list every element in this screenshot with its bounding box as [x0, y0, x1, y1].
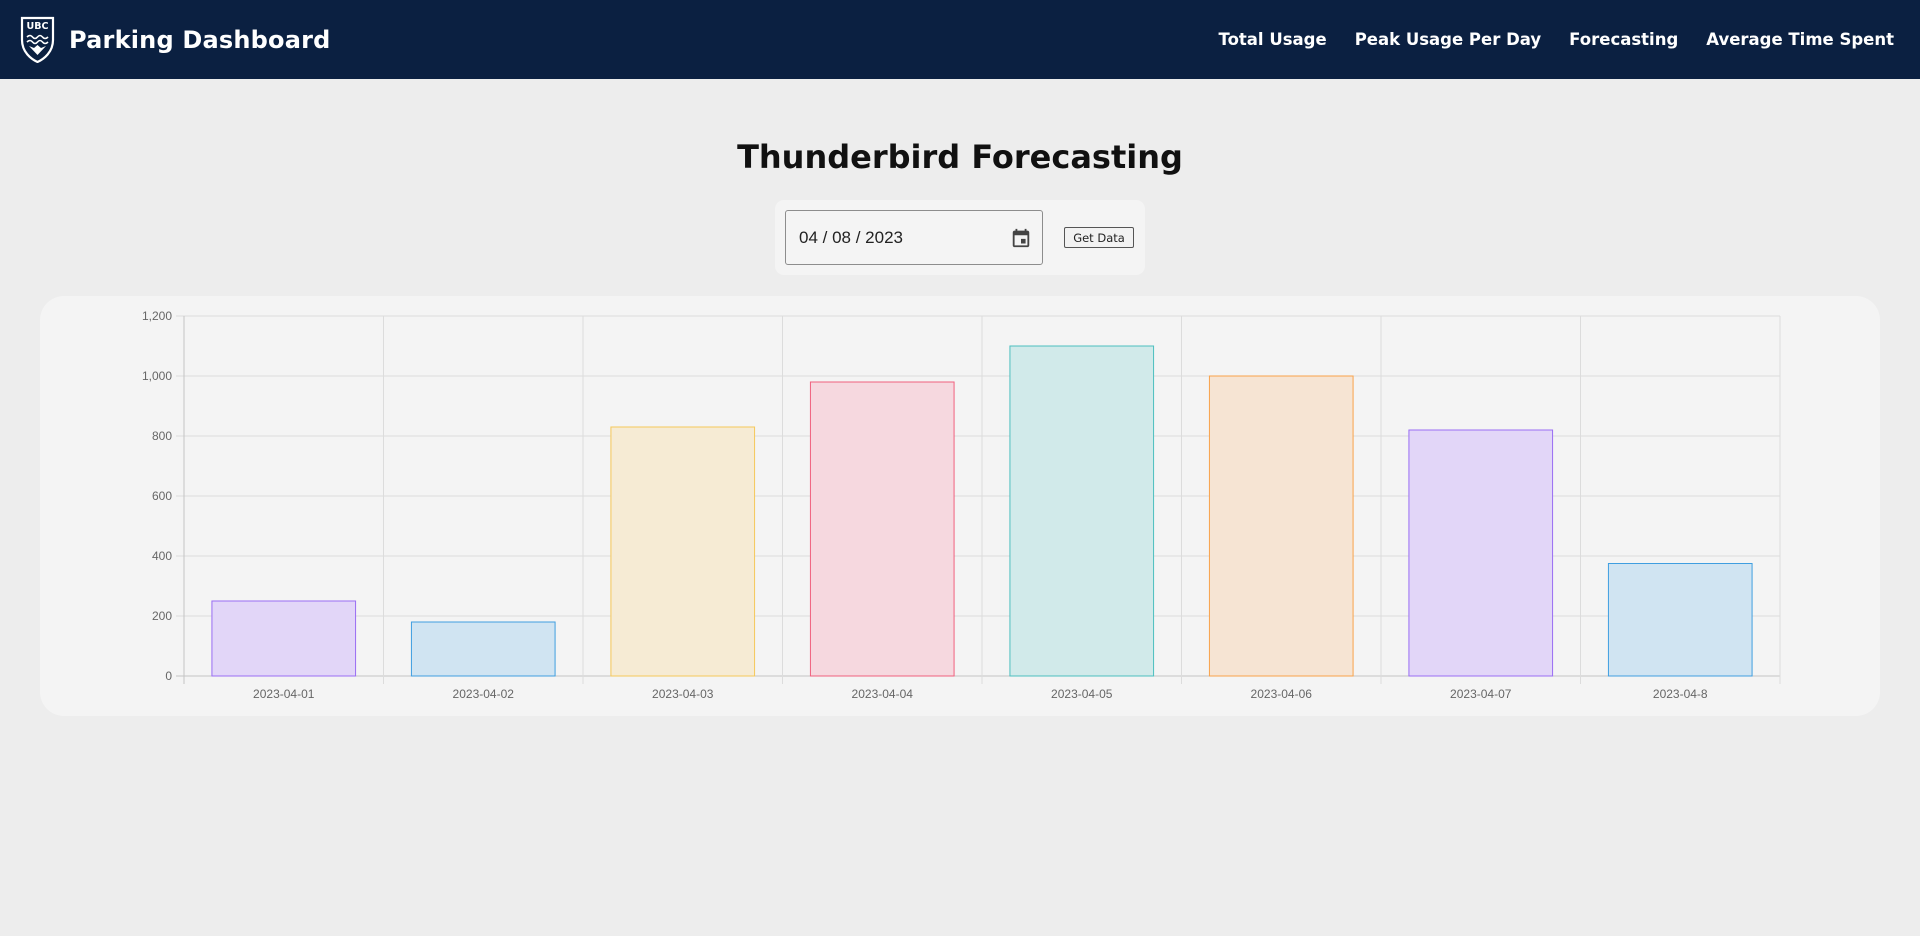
y-tick-label: 1,200: [142, 309, 172, 323]
bar-2023-04-06: [1208, 375, 1354, 677]
bar-2023-04-01: [211, 600, 357, 677]
bar-2023-04-05: [1009, 345, 1155, 677]
date-input[interactable]: 04 / 08 / 2023: [785, 210, 1043, 265]
y-tick-label: 800: [152, 429, 172, 443]
brand[interactable]: UBC Parking Dashboard: [20, 16, 331, 63]
bar-2023-04-03: [610, 426, 756, 677]
y-tick-label: 400: [152, 549, 172, 563]
nav-links: Total Usage Peak Usage Per Day Forecasti…: [1191, 30, 1895, 49]
nav-link-total-usage[interactable]: Total Usage: [1219, 30, 1327, 49]
bar-chart: 0 200 400 600 800 1,000 1,200 2023-04-01 2023-04…: [142, 309, 1781, 701]
y-tick-label: 600: [152, 489, 172, 503]
y-tick-label: 200: [152, 609, 172, 623]
ubc-logo-icon: UBC: [20, 16, 55, 63]
x-tick-label: 2023-04-07: [1450, 687, 1512, 701]
nav-link-average-time-spent[interactable]: Average Time Spent: [1706, 30, 1894, 49]
x-tick-label: 2023-04-01: [253, 687, 315, 701]
logo-text: UBC: [27, 21, 49, 32]
chart-card: 0 200 400 600 800 1,000 1,200 2023-04-01 2023-04…: [40, 296, 1880, 716]
x-tick-label: 2023-04-03: [652, 687, 714, 701]
brand-title: Parking Dashboard: [69, 25, 331, 54]
nav-link-peak-usage-per-day[interactable]: Peak Usage Per Day: [1355, 30, 1541, 49]
y-tick-label: 0: [165, 669, 172, 683]
date-value: 04 / 08 / 2023: [799, 227, 903, 247]
bar-2023-04-8: [1607, 563, 1753, 677]
bar-2023-04-02: [410, 621, 556, 677]
x-tick-label: 2023-04-02: [453, 687, 515, 701]
get-data-button[interactable]: Get Data: [1064, 227, 1134, 248]
y-tick-label: 1,000: [142, 369, 172, 383]
date-controls: 04 / 08 / 2023 Get Data: [775, 200, 1145, 275]
x-tick-label: 2023-04-05: [1051, 687, 1113, 701]
top-navbar: UBC Parking Dashboard Total Usage Peak U…: [0, 0, 1920, 79]
page-title: Thunderbird Forecasting: [737, 138, 1183, 176]
x-tick-label: 2023-04-8: [1653, 687, 1708, 701]
calendar-icon[interactable]: [1010, 227, 1032, 249]
x-tick-label: 2023-04-04: [852, 687, 914, 701]
nav-link-forecasting[interactable]: Forecasting: [1569, 30, 1678, 49]
bar-2023-04-07: [1408, 429, 1554, 677]
x-tick-label: 2023-04-06: [1251, 687, 1313, 701]
bar-2023-04-04: [809, 381, 955, 677]
